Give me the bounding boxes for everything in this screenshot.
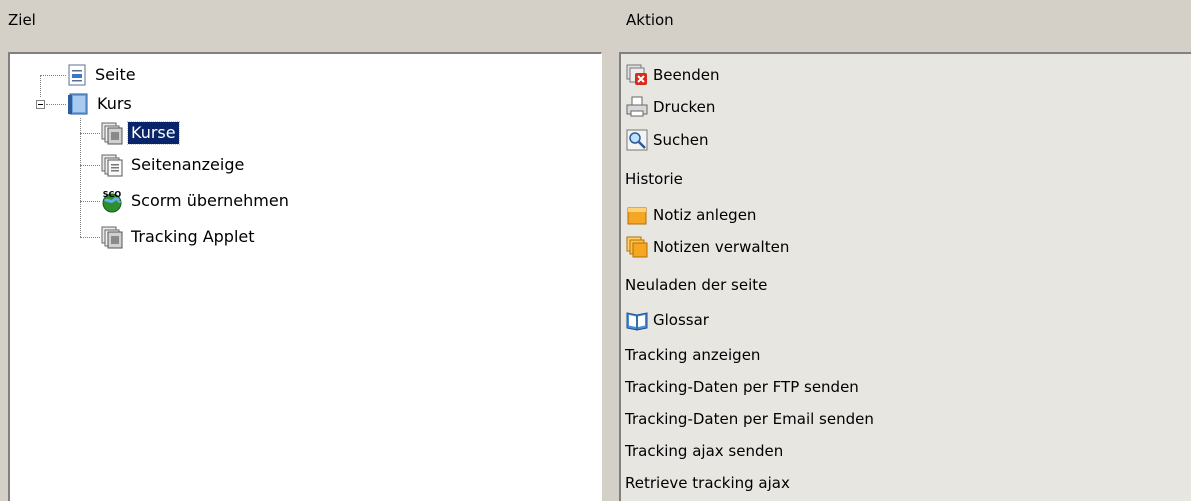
tree-item-label: Tracking Applet [131, 227, 255, 246]
tree-item-label: Seite [95, 65, 136, 84]
tree-connector [40, 75, 66, 76]
action-item-label: Suchen [653, 131, 709, 149]
tree-item-label: Kurs [97, 94, 132, 113]
search-icon [625, 128, 649, 152]
tree-item-label: Scorm übernehmen [131, 191, 289, 210]
tree-item-label: Seitenanzeige [131, 155, 245, 174]
action-item-label: Tracking anzeigen [625, 346, 761, 364]
action-item-tracking-email[interactable]: Tracking-Daten per Email senden [625, 404, 874, 434]
note-icon [625, 203, 649, 227]
tree-connector [80, 118, 81, 237]
tree-item-kurse[interactable]: Kurse [100, 118, 180, 148]
action-item-label: Notiz anlegen [653, 206, 757, 224]
action-item-tracking-ajax-senden[interactable]: Tracking ajax senden [625, 436, 783, 466]
action-item-neuladen[interactable]: Neuladen der seite [625, 270, 767, 300]
tree-connector [80, 201, 100, 202]
action-item-label: Tracking-Daten per Email senden [625, 410, 874, 428]
tree-item-seite[interactable]: Seite [66, 60, 139, 90]
book-icon [66, 92, 90, 116]
tree-connector [40, 75, 41, 97]
action-item-retrieve-tracking-ajax[interactable]: Retrieve tracking ajax [625, 468, 790, 498]
tree-item-seitenanzeige[interactable]: Seitenanzeige [100, 150, 247, 180]
tree-connector [80, 237, 100, 238]
action-item-glossar[interactable]: Glossar [625, 305, 709, 335]
action-item-label: Notizen verwalten [653, 238, 790, 256]
stacked-pages-icon [100, 225, 124, 249]
collapse-toggle-kurs[interactable] [36, 100, 45, 109]
action-item-label: Historie [625, 170, 683, 188]
tree-item-tracking-applet[interactable]: Tracking Applet [100, 222, 258, 252]
notes-stack-icon [625, 235, 649, 259]
tree-connector [46, 104, 66, 105]
action-item-label: Retrieve tracking ajax [625, 474, 790, 492]
action-item-label: Glossar [653, 311, 709, 329]
column-header-aktion[interactable]: Aktion [618, 0, 1191, 42]
column-header-ziel-label: Ziel [8, 11, 36, 29]
action-item-tracking-anzeigen[interactable]: Tracking anzeigen [625, 340, 760, 370]
action-list-panel[interactable]: Beenden Drucken Suchen Historie Notiz an… [619, 52, 1191, 501]
action-item-label: Tracking ajax senden [625, 442, 784, 460]
svg-text:SCO: SCO [103, 190, 122, 199]
tree-connector [80, 165, 100, 166]
close-window-icon [625, 63, 649, 87]
action-item-label: Tracking-Daten per FTP senden [625, 378, 859, 396]
action-item-drucken[interactable]: Drucken [625, 92, 715, 122]
printer-icon [625, 95, 649, 119]
sco-globe-icon: SCO [100, 189, 124, 213]
action-item-beenden[interactable]: Beenden [625, 60, 720, 90]
tree-item-kurs[interactable]: Kurs [66, 89, 135, 119]
column-header-ziel[interactable]: Ziel [0, 0, 612, 42]
stacked-pages-icon [100, 153, 124, 177]
action-item-historie[interactable]: Historie [625, 164, 683, 194]
page-icon [66, 64, 88, 86]
tree-item-scorm-uebernehmen[interactable]: SCO Scorm übernehmen [100, 186, 292, 216]
action-item-suchen[interactable]: Suchen [625, 125, 709, 155]
action-item-label: Beenden [653, 66, 720, 84]
target-tree-panel[interactable]: Seite Kurs Kurse Seitenanzeige SCO Scorm… [8, 52, 602, 501]
action-item-label: Neuladen der seite [625, 276, 768, 294]
action-item-notiz-anlegen[interactable]: Notiz anlegen [625, 200, 756, 230]
tree-connector [80, 133, 100, 134]
action-item-label: Drucken [653, 98, 716, 116]
column-header-aktion-label: Aktion [626, 11, 674, 29]
stacked-pages-icon [100, 121, 124, 145]
tree-item-label: Kurse [127, 121, 180, 145]
action-item-tracking-ftp[interactable]: Tracking-Daten per FTP senden [625, 372, 859, 402]
glossary-book-icon [625, 308, 649, 332]
action-item-notizen-verwalten[interactable]: Notizen verwalten [625, 232, 789, 262]
